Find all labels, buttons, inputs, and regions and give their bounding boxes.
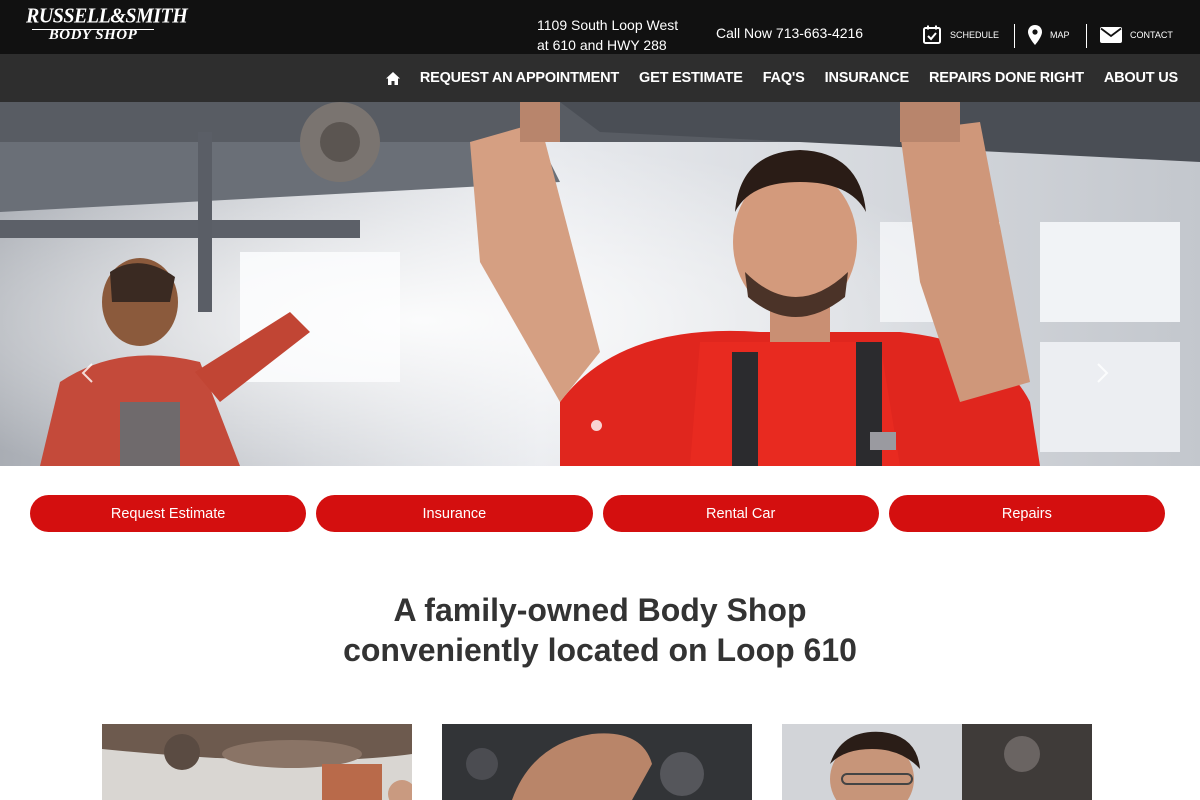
service-image[interactable] xyxy=(782,724,1092,800)
nav-faqs[interactable]: FAQ'S xyxy=(763,70,805,86)
map-pin-icon xyxy=(1028,25,1042,45)
map-label: MAP xyxy=(1050,30,1070,40)
nav-repairs-done-right[interactable]: REPAIRS DONE RIGHT xyxy=(929,70,1084,86)
nav-request-appointment[interactable]: REQUEST AN APPOINTMENT xyxy=(420,70,619,86)
logo-line2: BODY SHOP xyxy=(48,27,138,43)
headline-line2: conveniently located on Loop 610 xyxy=(343,632,857,668)
chevron-right-icon[interactable] xyxy=(1096,362,1118,384)
logo-divider xyxy=(32,29,154,30)
chevron-left-icon[interactable] xyxy=(80,362,102,384)
map-link[interactable]: MAP xyxy=(1028,20,1070,50)
insurance-button[interactable]: Insurance xyxy=(316,495,593,532)
page-headline: A family-owned Body Shop conveniently lo… xyxy=(0,590,1200,670)
schedule-link[interactable]: SCHEDULE xyxy=(922,20,999,50)
cta-button-row: Request Estimate Insurance Rental Car Re… xyxy=(30,495,1165,532)
home-icon[interactable] xyxy=(385,71,400,85)
logo[interactable]: RUSSELL&SMITH BODY SHOP xyxy=(26,4,188,50)
service-image[interactable] xyxy=(102,724,412,800)
top-bar: RUSSELL&SMITH BODY SHOP 1109 South Loop … xyxy=(0,0,1200,54)
schedule-label: SCHEDULE xyxy=(950,30,1000,40)
calendar-check-icon xyxy=(922,25,942,45)
main-nav-bar: REQUEST AN APPOINTMENT GET ESTIMATE FAQ'… xyxy=(0,54,1200,102)
contact-link[interactable]: CONTACT xyxy=(1100,20,1173,50)
address-line2: at 610 and HWY 288 xyxy=(537,37,667,53)
hero-carousel xyxy=(0,102,1200,466)
main-nav: REQUEST AN APPOINTMENT GET ESTIMATE FAQ'… xyxy=(385,54,1178,102)
service-image[interactable] xyxy=(442,724,752,800)
nav-insurance[interactable]: INSURANCE xyxy=(825,70,910,86)
envelope-icon xyxy=(1100,27,1122,43)
nav-about-us[interactable]: ABOUT US xyxy=(1104,70,1178,86)
carousel-dot[interactable] xyxy=(591,420,602,431)
address-line1: 1109 South Loop West xyxy=(537,17,679,33)
address[interactable]: 1109 South Loop West at 610 and HWY 288 xyxy=(537,15,678,55)
headline-line1: A family-owned Body Shop xyxy=(393,592,807,628)
logo-line1: RUSSELL&SMITH xyxy=(26,4,188,28)
repairs-button[interactable]: Repairs xyxy=(888,495,1165,532)
contact-label: CONTACT xyxy=(1130,30,1173,40)
rental-car-button[interactable]: Rental Car xyxy=(602,495,879,532)
call-now-link[interactable]: Call Now 713-663-4216 xyxy=(716,25,863,41)
utility-divider xyxy=(1014,24,1015,48)
nav-get-estimate[interactable]: GET ESTIMATE xyxy=(639,70,743,86)
request-estimate-button[interactable]: Request Estimate xyxy=(30,495,307,532)
hero-image xyxy=(0,102,1200,466)
utility-divider xyxy=(1086,24,1087,48)
